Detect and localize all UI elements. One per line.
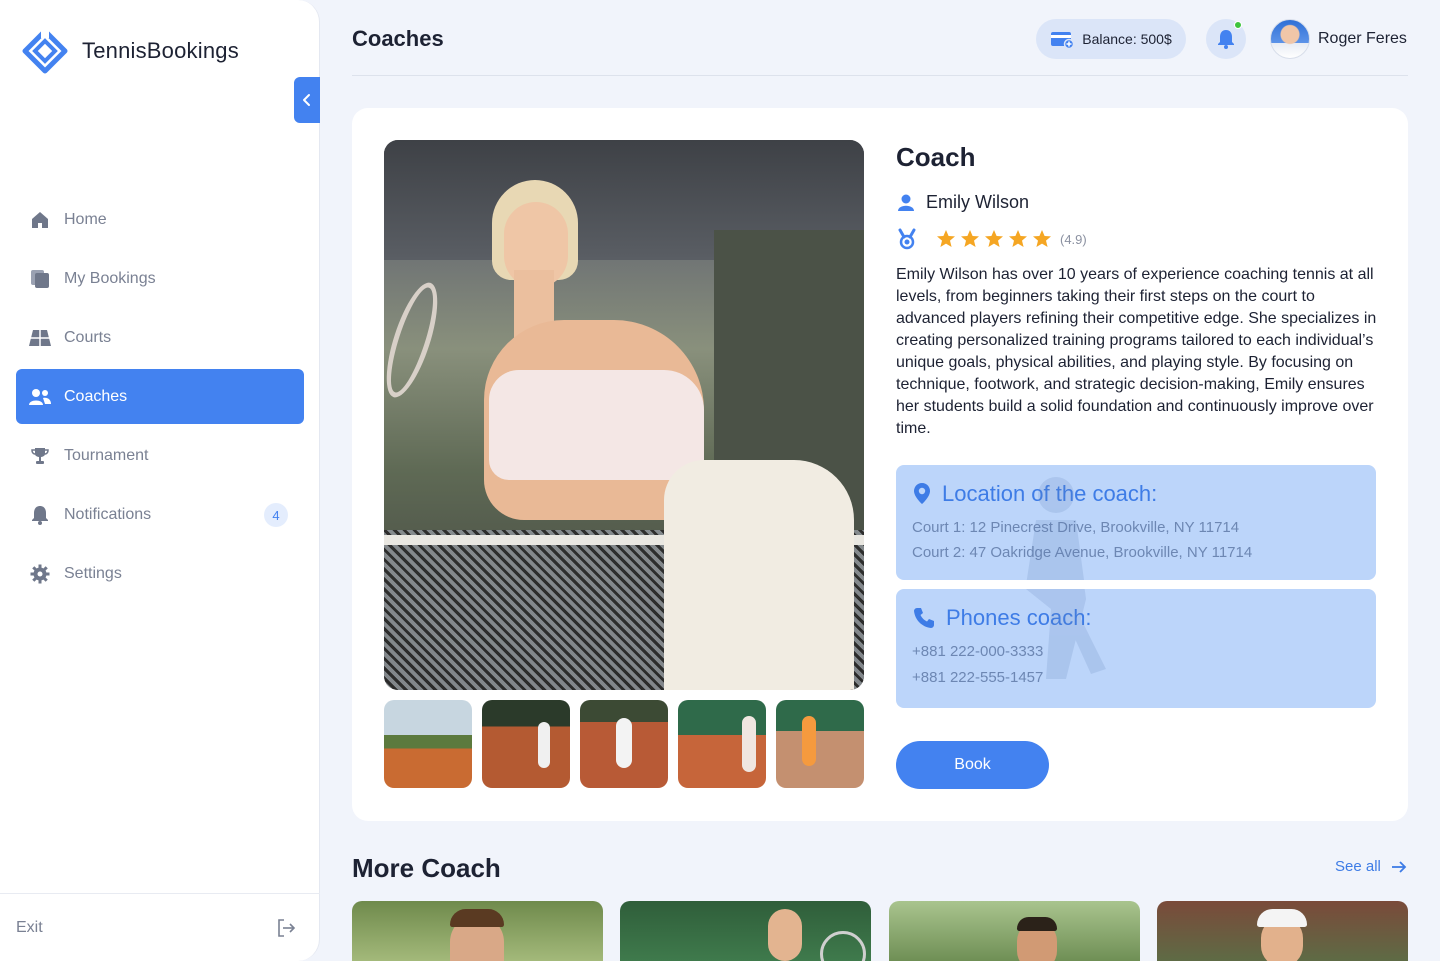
- star-icon: [985, 230, 1003, 247]
- arrow-right-icon: [1391, 860, 1407, 873]
- coach-name: Emily Wilson: [926, 192, 1030, 212]
- notifications-count-badge: 4: [264, 503, 288, 527]
- sidebar-item-settings[interactable]: Settings: [16, 546, 304, 601]
- coach-rating: (4.9): [896, 228, 1087, 250]
- coach-name-row: Emily Wilson: [896, 192, 1029, 213]
- exit-label: Exit: [16, 918, 43, 936]
- rating-value: (4.9): [1060, 231, 1087, 247]
- sidebar-item-tournament[interactable]: Tournament: [16, 428, 304, 483]
- sidebar-item-my-bookings[interactable]: My Bookings: [16, 251, 304, 306]
- wallet-card-icon: [1051, 32, 1075, 49]
- rating-stars: [936, 229, 1052, 249]
- see-all-link[interactable]: See all: [1335, 858, 1407, 875]
- logout-icon: [278, 918, 296, 937]
- bookings-icon: [28, 267, 52, 291]
- app-name: TennisBookings: [82, 38, 239, 63]
- more-coach-title: More Coach: [352, 853, 501, 883]
- page-title: Coaches: [352, 26, 444, 51]
- balance-label: Balance: 500$: [1082, 31, 1172, 47]
- sidebar: TennisBookings Home My Bookings Courts C…: [0, 0, 320, 961]
- tennis-player-watermark: [1026, 589, 1106, 679]
- user-icon: [898, 194, 914, 211]
- court-icon: [28, 326, 52, 350]
- sidebar-item-label: Coaches: [64, 387, 128, 405]
- exit-button[interactable]: Exit: [0, 893, 320, 961]
- book-button[interactable]: Book: [896, 741, 1049, 789]
- coach-preview-card[interactable]: [620, 901, 871, 961]
- thumbnail-3[interactable]: [580, 700, 668, 788]
- collapse-sidebar-button[interactable]: [294, 77, 320, 123]
- avatar: [1270, 19, 1310, 59]
- coach-preview-card[interactable]: [352, 901, 603, 961]
- app-logo[interactable]: TennisBookings: [22, 28, 239, 74]
- thumbnail-1[interactable]: [384, 700, 472, 788]
- coach-card: Coach Emily Wilson (4.9) Emily Wilson ha…: [352, 108, 1408, 821]
- trophy-icon: [28, 444, 52, 468]
- user-menu[interactable]: Roger Feres: [1270, 19, 1407, 59]
- online-status-dot: [1234, 21, 1242, 29]
- coach-heading: Coach: [896, 142, 976, 172]
- location-pin-icon: [914, 483, 930, 504]
- medal-icon: [898, 228, 916, 250]
- sidebar-nav: Home My Bookings Courts Coaches Tourname…: [16, 192, 304, 605]
- sidebar-item-label: Home: [64, 210, 107, 228]
- coach-preview-card[interactable]: [1157, 901, 1408, 961]
- sidebar-item-label: Notifications: [64, 505, 152, 523]
- sidebar-item-label: Courts: [64, 328, 112, 346]
- bell-icon: [28, 503, 52, 527]
- coach-bio: Emily Wilson has over 10 years of experi…: [896, 266, 1377, 437]
- sidebar-item-notifications[interactable]: Notifications 4: [16, 487, 304, 542]
- logo-icon: [22, 28, 68, 74]
- phone-icon: [914, 608, 934, 628]
- coaches-icon: [28, 385, 52, 409]
- sidebar-item-courts[interactable]: Courts: [16, 310, 304, 365]
- thumbnail-2[interactable]: [482, 700, 570, 788]
- user-name: Roger Feres: [1318, 30, 1407, 47]
- chevron-left-icon: [303, 94, 310, 106]
- balance-button[interactable]: Balance: 500$: [1036, 19, 1186, 59]
- star-icon: [1009, 230, 1027, 247]
- coach-preview-card[interactable]: [889, 901, 1140, 961]
- gear-icon: [28, 562, 52, 586]
- header-divider: [352, 75, 1408, 76]
- bell-icon: [1218, 30, 1234, 49]
- thumbnail-5[interactable]: [776, 700, 864, 788]
- coach-main-photo[interactable]: [384, 140, 864, 690]
- star-icon: [1033, 230, 1051, 247]
- location-box: Location of the coach: Court 1: 12 Pinec…: [896, 465, 1376, 580]
- tennis-player-watermark: [1026, 477, 1084, 580]
- sidebar-item-home[interactable]: Home: [16, 192, 304, 247]
- photo-thumbnails: [384, 700, 864, 788]
- sidebar-item-coaches[interactable]: Coaches: [16, 369, 304, 424]
- sidebar-item-label: Settings: [64, 564, 122, 582]
- phones-box: Phones coach: +881 222-000-3333 +881 222…: [896, 589, 1376, 708]
- thumbnail-4[interactable]: [678, 700, 766, 788]
- star-icon: [961, 230, 979, 247]
- sidebar-item-label: My Bookings: [64, 269, 156, 287]
- home-icon: [28, 208, 52, 232]
- sidebar-item-label: Tournament: [64, 446, 149, 464]
- star-icon: [937, 230, 955, 247]
- notifications-button[interactable]: [1206, 19, 1246, 59]
